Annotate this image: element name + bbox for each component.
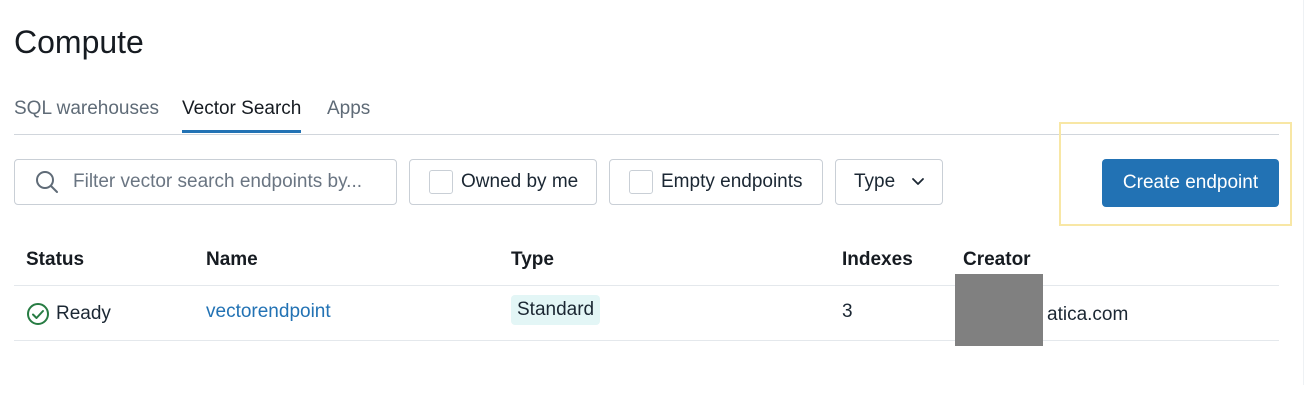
redacted-block	[955, 274, 1043, 346]
empty-endpoints-label: Empty endpoints	[661, 171, 803, 192]
chevron-down-icon	[912, 178, 925, 185]
check-circle-icon	[27, 303, 49, 325]
column-header-status[interactable]: Status	[26, 249, 84, 271]
owned-by-me-filter[interactable]: Owned by me	[409, 159, 597, 205]
type-dropdown-label: Type	[854, 171, 896, 192]
page-edge	[1303, 0, 1304, 385]
column-header-name[interactable]: Name	[206, 249, 258, 271]
table-row: Ready vectorendpoint Standard 3 atica.co…	[14, 274, 1279, 346]
status-text: Ready	[56, 303, 111, 324]
empty-endpoints-filter[interactable]: Empty endpoints	[609, 159, 823, 205]
type-dropdown[interactable]: Type	[835, 159, 943, 205]
search-box[interactable]	[14, 159, 397, 205]
create-endpoint-button[interactable]: Create endpoint	[1102, 159, 1279, 207]
type-badge: Standard	[511, 295, 601, 325]
tab-vector-search[interactable]: Vector Search	[182, 88, 302, 133]
column-header-creator[interactable]: Creator	[963, 249, 1031, 271]
status-cell: Ready	[26, 302, 111, 326]
table-header-row: Status Name Type Indexes Creator	[14, 236, 1279, 286]
empty-endpoints-checkbox[interactable]	[629, 170, 653, 194]
creator-email: atica.com	[1047, 304, 1129, 325]
column-header-type[interactable]: Type	[511, 249, 554, 271]
search-icon	[36, 171, 58, 193]
search-input[interactable]	[71, 170, 375, 194]
endpoints-table: Status Name Type Indexes Creator Ready v…	[14, 236, 1279, 346]
page-title: Compute	[14, 24, 144, 60]
owned-by-me-checkbox[interactable]	[429, 170, 453, 194]
owned-by-me-label: Owned by me	[461, 171, 579, 192]
endpoint-name-link[interactable]: vectorendpoint	[206, 301, 331, 323]
tab-apps[interactable]: Apps	[327, 88, 370, 133]
column-header-indexes[interactable]: Indexes	[842, 249, 913, 271]
tab-sql-warehouses[interactable]: SQL warehouses	[14, 88, 159, 133]
indexes-count: 3	[842, 301, 853, 322]
